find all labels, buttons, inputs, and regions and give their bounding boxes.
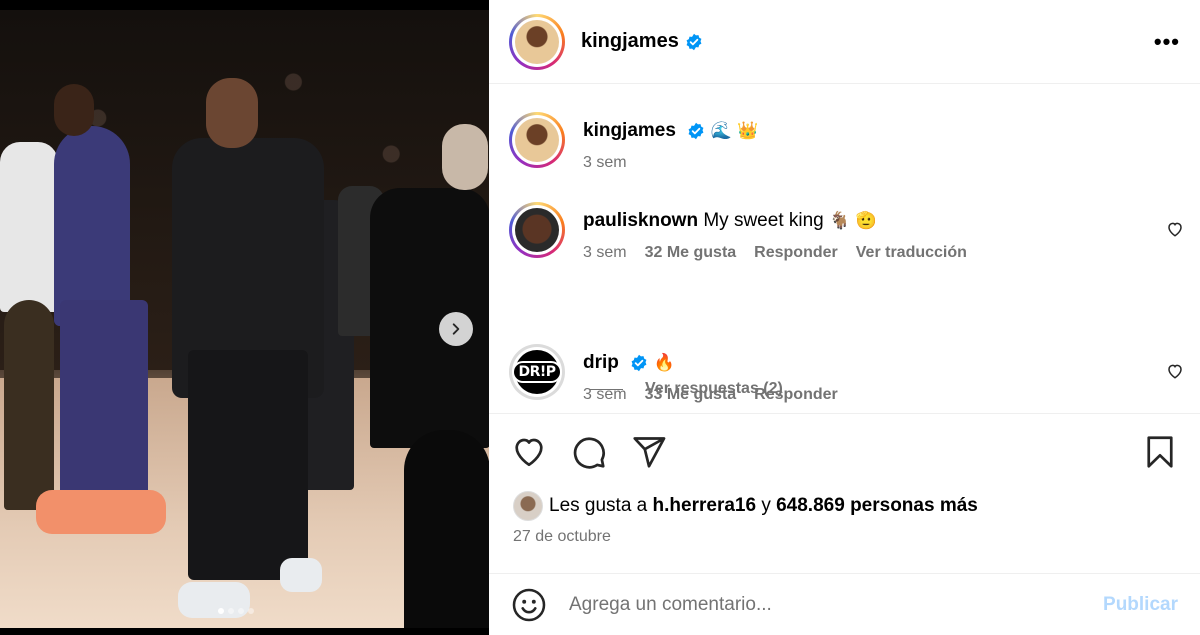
comment-row: paulisknown My sweet king 🐐 🫡 3 sem 32 M…: [509, 202, 1184, 262]
caption-emojis: 🌊 👑: [710, 121, 759, 141]
comments-section[interactable]: kingjames 🌊 👑 3 sem paulisknown My sweet…: [489, 84, 1200, 414]
comment-emojis: 🔥: [653, 353, 675, 373]
post-side-panel: kingjames ••• kingjames 🌊 👑 3 sem paulis…: [489, 0, 1200, 635]
avatar-image: DR!P: [512, 350, 562, 394]
person-white-shirt-legs: [4, 300, 54, 510]
comment-time[interactable]: 3 sem: [583, 386, 627, 404]
comment-like-heart-icon[interactable]: [1166, 220, 1184, 238]
player-shoes: [36, 490, 166, 534]
add-comment-bar: Publicar: [489, 573, 1200, 635]
person-right-legs: [404, 430, 489, 628]
person-white-shirt: [0, 142, 58, 312]
carousel-dot: [218, 608, 224, 614]
avatar-image: [515, 208, 559, 252]
comment-likes[interactable]: 32 Me gusta: [645, 244, 737, 262]
post-actions-bar: [489, 414, 1200, 490]
comment-time[interactable]: 3 sem: [583, 244, 627, 262]
reply-button[interactable]: Responder: [754, 386, 838, 404]
player-warmup-pants: [60, 300, 148, 500]
more-options-button[interactable]: •••: [1154, 30, 1180, 53]
author-avatar[interactable]: [509, 13, 565, 70]
post-image[interactable]: [0, 10, 489, 628]
carousel-dots: [218, 608, 254, 614]
comment-text: My sweet king: [703, 210, 824, 231]
main-person-shoe-right: [280, 558, 322, 592]
person-right-head: [442, 124, 488, 190]
caption-username[interactable]: kingjames: [583, 120, 676, 141]
verified-badge-icon: [685, 33, 703, 51]
avatar-image: [515, 19, 559, 64]
likes-summary: Les gusta a h.herrera16 y 648.869 person…: [489, 490, 1200, 522]
comment-row: DR!P drip 🔥 3 sem 33 Me gusta Responder: [509, 344, 1184, 404]
reply-button[interactable]: Responder: [754, 244, 838, 262]
send-icon[interactable]: [631, 434, 667, 470]
comment-like-heart-icon[interactable]: [1166, 362, 1184, 380]
drip-logo: DR!P: [512, 361, 562, 383]
verified-badge-icon: [687, 122, 705, 140]
caption-avatar[interactable]: [509, 112, 565, 168]
comment-emojis: 🐐 🫡: [829, 211, 877, 231]
chevron-right-icon: [452, 323, 460, 335]
comment-input[interactable]: [569, 593, 1104, 616]
main-person-head: [206, 78, 258, 148]
liker-avatar[interactable]: [513, 491, 543, 521]
caption-row: kingjames 🌊 👑 3 sem: [509, 112, 1184, 172]
carousel-dot: [238, 608, 244, 614]
main-person-pants: [188, 350, 308, 580]
likes-joiner: y: [761, 495, 771, 516]
commenter-avatar[interactable]: DR!P: [509, 344, 565, 400]
heart-icon[interactable]: [511, 434, 547, 470]
person-right-black: [370, 188, 489, 448]
commenter-avatar[interactable]: [509, 202, 565, 258]
carousel-dot: [228, 608, 234, 614]
likes-count[interactable]: 648.869 personas más: [776, 495, 978, 517]
carousel-dot: [248, 608, 254, 614]
bookmark-icon[interactable]: [1142, 434, 1178, 470]
player-warmup-jacket: [54, 126, 130, 326]
post-header: kingjames •••: [489, 0, 1200, 84]
avatar-image: [515, 118, 559, 162]
comment-likes[interactable]: 33 Me gusta: [645, 386, 737, 404]
comment-username[interactable]: drip: [583, 352, 619, 373]
see-translation-button[interactable]: Ver traducción: [856, 244, 967, 262]
likes-prefix: Les gusta a: [549, 495, 648, 516]
smile-icon[interactable]: [511, 587, 547, 623]
liker-username[interactable]: h.herrera16: [653, 495, 757, 517]
player-head: [54, 84, 94, 136]
comment-username[interactable]: paulisknown: [583, 210, 698, 231]
publish-button[interactable]: Publicar: [1103, 594, 1178, 616]
post-date[interactable]: 27 de octubre: [489, 528, 1200, 546]
carousel-next-button[interactable]: [439, 312, 473, 346]
verified-badge-icon: [630, 354, 648, 372]
comment-icon[interactable]: [571, 434, 607, 470]
caption-time[interactable]: 3 sem: [583, 154, 627, 172]
author-username[interactable]: kingjames: [581, 30, 679, 53]
